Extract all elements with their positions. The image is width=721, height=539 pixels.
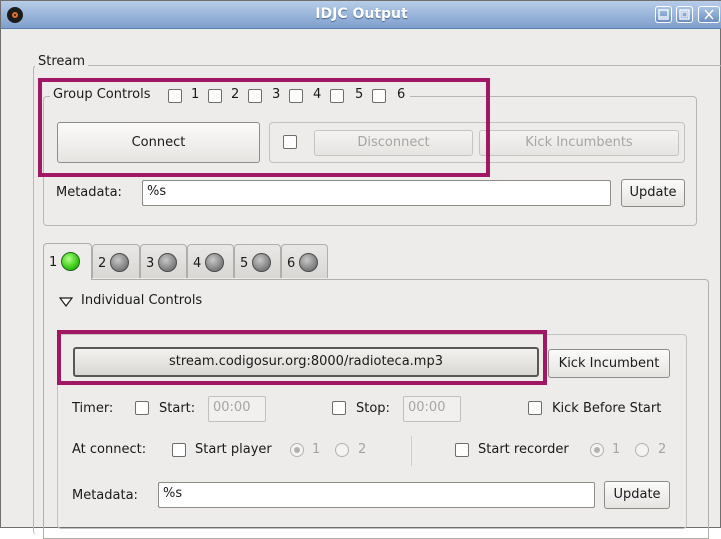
recorder-2-radio[interactable] [635, 443, 649, 457]
stream-connect-toggle[interactable]: stream.codigosur.org:8000/radioteca.mp3 [73, 347, 539, 377]
maximize-button[interactable] [676, 6, 693, 23]
group-3-label: 3 [272, 87, 281, 102]
at-connect-separator [411, 436, 412, 466]
start-player-checkbox[interactable] [172, 443, 186, 457]
tab-5-label: 5 [240, 256, 249, 271]
group-metadata-input[interactable]: %s [142, 180, 611, 206]
tab-4[interactable]: 4 [187, 244, 234, 278]
individual-controls-expander[interactable]: Individual Controls [59, 293, 229, 311]
tab-1-label: 1 [49, 255, 58, 270]
group-5-label: 5 [355, 87, 364, 102]
disconnect-enable-checkbox[interactable] [283, 135, 297, 149]
timer-stop-checkbox[interactable] [332, 401, 346, 415]
kick-incumbents-button[interactable]: Kick Incumbents [479, 130, 679, 156]
at-connect-label: At connect: [72, 442, 147, 457]
tab-4-status-led [205, 253, 224, 272]
start-player-label: Start player [195, 442, 272, 457]
player-1-radio[interactable] [290, 443, 304, 457]
close-button[interactable] [698, 6, 720, 23]
group-1-checkbox[interactable] [168, 89, 182, 103]
kick-before-start-checkbox[interactable] [528, 401, 542, 415]
group-3-checkbox[interactable] [248, 89, 262, 103]
tab-5[interactable]: 5 [234, 244, 281, 278]
group-6-label: 6 [397, 87, 406, 102]
player-1-label: 1 [312, 442, 321, 457]
start-recorder-label: Start recorder [478, 442, 569, 457]
minimize-icon [658, 9, 669, 20]
tab-6-status-led [299, 253, 318, 272]
group-controls-label: Group Controls [53, 87, 151, 102]
tab-2-status-led [110, 253, 129, 272]
individual-controls-label: Individual Controls [81, 293, 203, 308]
tab-4-label: 4 [193, 256, 202, 271]
tab-5-status-led [252, 253, 271, 272]
group-6-checkbox[interactable] [372, 89, 386, 103]
timer-stop-input[interactable]: 00:00 [403, 396, 461, 422]
group-metadata-label: Metadata: [56, 185, 122, 200]
tab-1[interactable]: 1 [43, 243, 92, 280]
tab-3-status-led [158, 253, 177, 272]
group-1-label: 1 [191, 87, 200, 102]
minimize-button[interactable] [655, 6, 672, 23]
group-4-checkbox[interactable] [289, 89, 303, 103]
stream-frame-label: Stream [35, 54, 89, 69]
individual-update-button[interactable]: Update [604, 481, 670, 509]
tab-6[interactable]: 6 [281, 244, 328, 278]
group-2-checkbox[interactable] [208, 89, 222, 103]
close-icon [704, 9, 714, 20]
group-4-label: 4 [313, 87, 322, 102]
expander-arrow-icon [59, 297, 73, 307]
timer-label: Timer: [72, 401, 114, 416]
connect-button[interactable]: Connect [57, 122, 260, 163]
tab-6-label: 6 [287, 256, 296, 271]
player-2-label: 2 [358, 442, 367, 457]
group-update-button[interactable]: Update [621, 179, 685, 207]
kick-incumbent-button[interactable]: Kick Incumbent [548, 349, 670, 378]
maximize-icon [679, 9, 690, 20]
disconnect-button[interactable]: Disconnect [314, 130, 473, 156]
tab-2-label: 2 [98, 256, 107, 271]
window-title: IDJC Output [315, 6, 408, 22]
kick-before-start-label: Kick Before Start [552, 401, 662, 416]
recorder-1-label: 1 [612, 442, 621, 457]
tab-3[interactable]: 3 [140, 244, 187, 278]
individual-metadata-input[interactable]: %s [158, 482, 595, 508]
timer-start-input[interactable]: 00:00 [208, 396, 266, 422]
timer-start-checkbox[interactable] [135, 401, 149, 415]
recorder-1-radio[interactable] [590, 443, 604, 457]
idjc-output-window: IDJC Output Stream Group Controls 1 2 3 … [0, 0, 721, 539]
tab-1-status-led [61, 252, 80, 271]
timer-start-label: Start: [159, 401, 196, 416]
timer-stop-label: Stop: [356, 401, 390, 416]
individual-metadata-label: Metadata: [72, 488, 138, 503]
player-2-radio[interactable] [335, 443, 349, 457]
tab-2[interactable]: 2 [92, 244, 140, 278]
start-recorder-checkbox[interactable] [455, 443, 469, 457]
tab-3-label: 3 [146, 256, 155, 271]
group-controls-header: Group Controls 1 2 3 4 5 6 [50, 87, 410, 105]
title-bar[interactable]: IDJC Output [1, 1, 721, 29]
recorder-2-label: 2 [658, 442, 667, 457]
group-5-checkbox[interactable] [330, 89, 344, 103]
group-2-label: 2 [231, 87, 240, 102]
